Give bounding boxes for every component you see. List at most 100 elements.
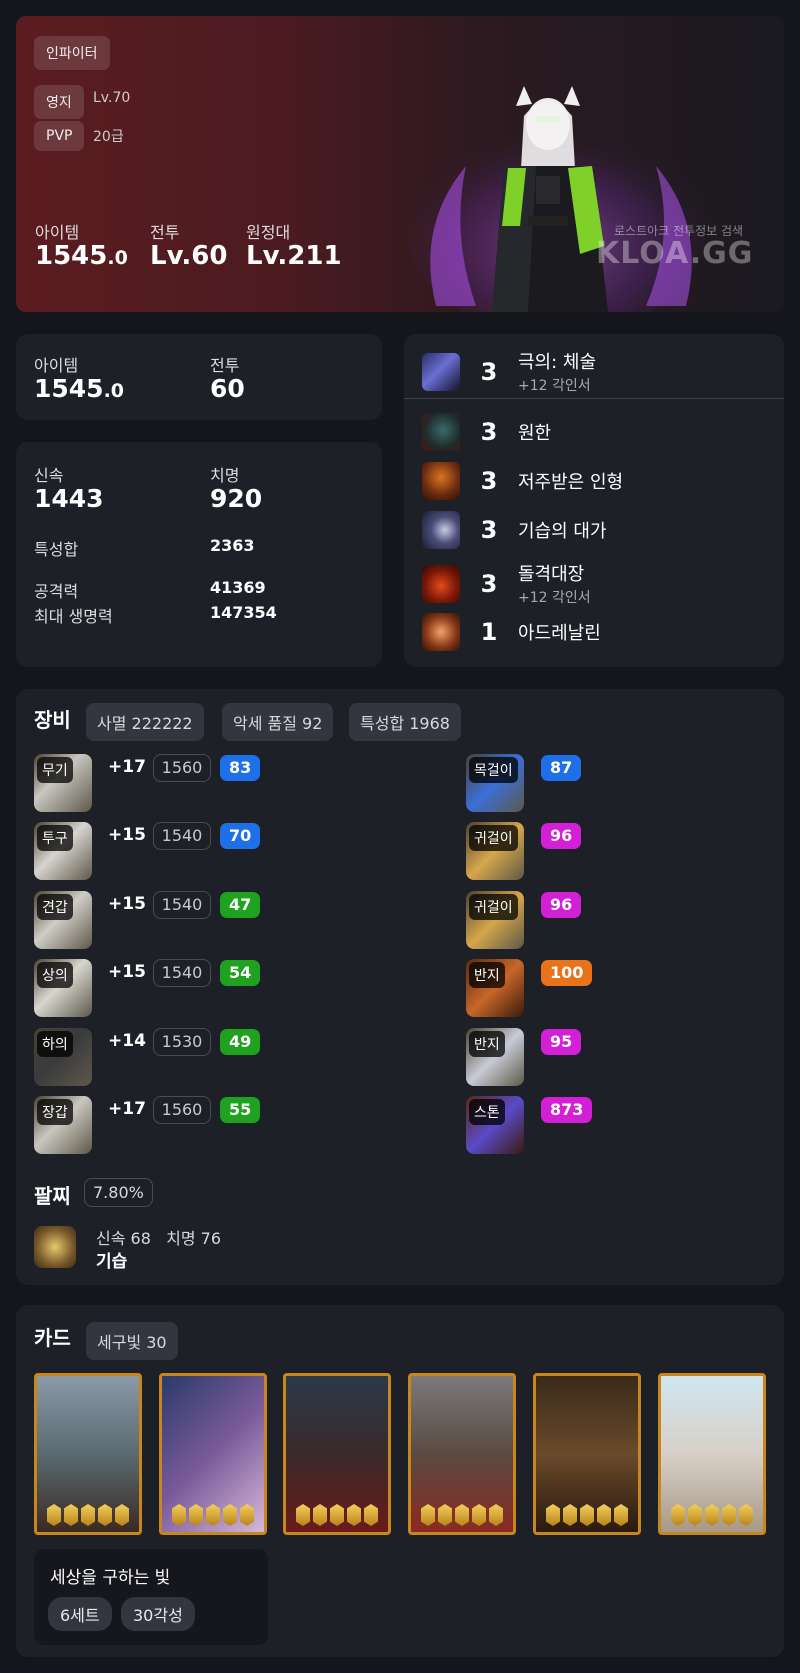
upgrade-level: +17: [108, 1099, 146, 1119]
weapon-icon: 무기: [34, 754, 92, 812]
territory-level: Lv.70: [93, 90, 131, 106]
pants-icon: 하의: [34, 1028, 92, 1086]
item-level: 1540: [153, 891, 211, 919]
quality-badge: 54: [220, 960, 261, 986]
card-slot[interactable]: [533, 1373, 641, 1535]
swiftness-value: 1443: [34, 484, 104, 513]
stat-total-label: 특성합: [34, 540, 79, 559]
chest-icon: 상의: [34, 959, 92, 1017]
engraving-name: 돌격대장: [518, 564, 585, 585]
crit-value: 920: [210, 484, 263, 513]
class-engraving-row[interactable]: 3 극의: 체술 +12 각인서: [422, 348, 596, 395]
engraving-name: 아드레날린: [518, 623, 601, 644]
stat-total-badge: 특성합 1968: [349, 703, 461, 741]
accessory-quality-badge: 악세 품질 92: [222, 703, 334, 741]
attack-value: 41369: [210, 578, 266, 597]
earring-icon: 귀걸이: [466, 822, 524, 880]
engraving-level: 3: [480, 569, 498, 598]
card-set-info: 세상을 구하는 빛 6세트 30각성: [34, 1549, 268, 1645]
level-summary-panel: 아이템 1545.0 전투 60: [16, 334, 382, 420]
engraving-row[interactable]: 1 아드레날린: [422, 613, 601, 651]
upgrade-level: +17: [108, 757, 146, 777]
ability-stone-icon: 스톤: [466, 1096, 524, 1154]
slot-label: 목걸이: [469, 757, 518, 783]
engraving-row[interactable]: 3 돌격대장 +12 각인서: [422, 560, 591, 607]
pvp-badge: PVP: [34, 121, 85, 151]
card-slot[interactable]: [283, 1373, 391, 1535]
engraving-level: 1: [480, 618, 498, 646]
earring-icon: 귀걸이: [466, 891, 524, 949]
item-level: 1540: [153, 959, 211, 987]
adrenaline-icon: [422, 613, 460, 651]
card-slot[interactable]: [34, 1373, 142, 1535]
engraving-name: 극의: 체술: [518, 352, 597, 373]
awakening-gems: [286, 1504, 388, 1526]
max-hp-value: 147354: [210, 603, 277, 622]
upgrade-level: +15: [108, 962, 146, 982]
engraving-name: 원한: [518, 423, 552, 444]
slot-label: 반지: [469, 962, 505, 988]
bracelet-title: 팔찌: [34, 1184, 71, 1208]
engraving-level: 3: [480, 467, 498, 495]
engraving-row[interactable]: 3 기습의 대가: [422, 511, 607, 549]
swiftness-label: 신속: [34, 466, 64, 485]
ring-icon: 반지: [466, 959, 524, 1017]
slot-label: 견갑: [37, 894, 73, 920]
combat-level-label: 전투: [210, 356, 240, 375]
bracelet-effect: 기습: [96, 1252, 128, 1272]
stat-total-value: 2363: [210, 536, 255, 555]
set-count-tag: 6세트: [48, 1597, 112, 1631]
slot-label: 귀걸이: [469, 894, 518, 920]
hero-item-value: 1545.0: [35, 241, 128, 271]
awakening-gems: [162, 1504, 264, 1526]
grudge-icon: [422, 413, 460, 451]
engraving-level: 3: [480, 418, 498, 446]
bracelet-stats: 신속 68 치명 76: [96, 1229, 222, 1248]
equipment-title: 장비: [34, 708, 71, 732]
hero-roster-label: 원정대: [246, 223, 291, 242]
quality-badge: 83: [220, 755, 261, 781]
territory-badge: 영지: [34, 85, 84, 119]
card-set-name: 세상을 구하는 빛: [50, 1568, 171, 1588]
engraving-level: 3: [480, 516, 498, 544]
slot-label: 상의: [37, 962, 73, 988]
card-slot[interactable]: [408, 1373, 516, 1535]
cards-title: 카드: [34, 1326, 71, 1350]
awakening-tag: 30각성: [121, 1597, 195, 1631]
quality-badge: 49: [220, 1029, 261, 1055]
engraving-row[interactable]: 3 원한: [422, 413, 551, 451]
quality-badge: 55: [220, 1097, 261, 1123]
quality-badge: 47: [220, 892, 261, 918]
slot-label: 귀걸이: [469, 825, 518, 851]
raid-captain-icon: [422, 564, 460, 603]
awakening-gems: [661, 1504, 763, 1526]
engraving-level: 3: [480, 357, 498, 386]
necklace-icon: 목걸이: [466, 754, 524, 812]
shoulder-icon: 견갑: [34, 891, 92, 949]
class-engraving-icon: [422, 352, 460, 391]
engraving-row[interactable]: 3 저주받은 인형: [422, 462, 623, 500]
bracelet-icon[interactable]: [34, 1226, 76, 1268]
attack-label: 공격력: [34, 582, 79, 601]
equipment-panel: 장비 사멸 222222 악세 품질 92 특성합 1968 무기 +17 15…: [16, 689, 784, 1285]
engraving-divider: [404, 398, 784, 399]
slot-label: 스톤: [469, 1099, 505, 1125]
combat-level-value: 60: [210, 374, 245, 403]
quality-badge: 100: [541, 960, 593, 986]
upgrade-level: +15: [108, 894, 146, 914]
hero-combat-value: Lv.60: [150, 241, 228, 271]
engraving-book: +12 각인서: [518, 378, 591, 394]
awakening-gems: [411, 1504, 513, 1526]
max-hp-label: 최대 생명력: [34, 607, 113, 626]
item-level-value: 1545.0: [34, 374, 125, 403]
slot-label: 무기: [37, 757, 73, 783]
card-slot[interactable]: [159, 1373, 267, 1535]
character-portrait: [406, 86, 706, 312]
card-set-badge: 세구빛 30: [86, 1322, 178, 1360]
awakening-gems: [37, 1504, 139, 1526]
card-slot[interactable]: [658, 1373, 766, 1535]
item-level: 1560: [153, 1096, 211, 1124]
quality-badge: 96: [541, 892, 582, 918]
slot-label: 장갑: [37, 1099, 73, 1125]
bracelet-percent: 7.80%: [84, 1178, 153, 1207]
